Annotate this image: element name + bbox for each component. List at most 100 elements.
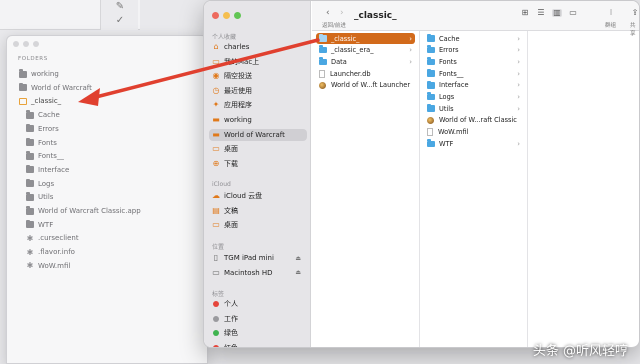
watermark: 头条 @听风轻哼	[532, 344, 628, 359]
list-view-icon[interactable]: ☰	[536, 9, 546, 17]
column-item[interactable]: Fonts ›	[424, 56, 523, 67]
sidebar-item-label: working	[224, 116, 252, 124]
eject-icon[interactable]: ⏏	[295, 255, 301, 262]
sidebar-item[interactable]: ▭ 桌面	[209, 143, 307, 155]
sidebar-item[interactable]: ▭ Macintosh HD ⏏	[209, 267, 307, 279]
tag-dot-icon	[213, 344, 219, 347]
sidebar-item[interactable]: ◉ 隔空投送	[209, 70, 307, 82]
tree-item[interactable]: ✱ .flavor.info	[26, 246, 75, 258]
tree-item[interactable]: WTF	[26, 219, 53, 231]
finder-window: 个人收藏 ⌂ charles ▭ 我的Mac上 ◉ 隔空投送 ◷ 最近使用 ✦ 应用程序 ▬ worki…	[203, 0, 640, 348]
sidebar-item[interactable]: ▭ 我的Mac上	[209, 56, 307, 68]
tree-item[interactable]: _classic_	[19, 95, 61, 107]
column-item-label: WTF	[439, 139, 454, 148]
chevron-right-icon: ›	[517, 139, 520, 148]
sidebar-section-header: 标签	[212, 291, 225, 298]
gallery-view-icon[interactable]: ▭	[568, 9, 578, 17]
column-item-label: World of W...raft Classic	[439, 116, 517, 125]
column-item[interactable]: World of W...ft Launcher	[316, 80, 415, 91]
folder-icon	[319, 57, 327, 66]
chevron-right-icon: ›	[517, 104, 520, 113]
column-item[interactable]: Utils ›	[424, 103, 523, 114]
column-item-label: Fonts__	[439, 69, 464, 78]
share-icon[interactable]: ⇪	[630, 9, 639, 17]
sidebar-item[interactable]: ◷ 最近使用	[209, 85, 307, 97]
window-title: _classic_	[354, 11, 397, 21]
chevron-right-icon: ›	[517, 46, 520, 55]
close-button[interactable]	[212, 12, 219, 19]
sidebar-item-label: 应用程序	[224, 101, 252, 110]
zoom-button[interactable]	[33, 41, 39, 47]
column-item[interactable]: Errors ›	[424, 45, 523, 56]
tree-item-label: WoW.mfil	[38, 261, 71, 270]
tree-item[interactable]: Errors	[26, 123, 59, 135]
group-icon[interactable]: ⁝	[606, 9, 616, 17]
tree-item[interactable]: Fonts	[26, 137, 57, 149]
tree-item-label: Cache	[38, 111, 60, 120]
sidebar-item[interactable]: ☁ iCloud 云盘	[209, 190, 307, 202]
tree-item-label: .curseclient	[38, 234, 79, 243]
folder-icon	[26, 123, 34, 133]
chevron-right-icon: ›	[517, 93, 520, 101]
column-item[interactable]: World of W...raft Classic	[424, 115, 523, 126]
sidebar-section-header: iCloud	[212, 181, 231, 188]
column-item[interactable]: Fonts__ ›	[424, 68, 523, 79]
sidebar-item[interactable]: ▤ 文稿	[209, 205, 307, 217]
tree-item[interactable]: Interface	[26, 164, 69, 176]
minimize-button[interactable]	[223, 12, 230, 19]
folder-icon: ▬	[212, 129, 220, 139]
zoom-button[interactable]	[234, 12, 241, 19]
column-item[interactable]: Cache ›	[424, 33, 523, 44]
sidebar-item-label: charles	[224, 43, 250, 51]
tree-item[interactable]: Fonts__	[26, 150, 64, 162]
tree-item[interactable]: Cache	[26, 109, 60, 121]
column-item[interactable]: Logs ›	[424, 92, 523, 103]
sidebar-item[interactable]: ✦ 应用程序	[209, 99, 307, 111]
sidebar-item[interactable]: 红色	[209, 342, 307, 347]
sidebar-item[interactable]: 工作	[209, 313, 307, 325]
sidebar-item[interactable]: 个人	[209, 298, 307, 310]
sidebar-item[interactable]: ▬ World of Warcraft	[209, 128, 307, 141]
tree-item[interactable]: working	[19, 68, 59, 80]
column-item-label: Fonts	[439, 57, 457, 66]
sidebar-item[interactable]: ▯ TGM iPad mini ⏏	[209, 252, 307, 264]
editor-sidebar-window: FOLDERS working World of Warcraft _classic…	[6, 35, 208, 364]
tree-item[interactable]: ✱ WoW.mfil	[26, 260, 71, 272]
column-two: Cache › Errors › Fonts › Fonts__ › Interface › Log…	[420, 31, 528, 347]
column-item-label: WoW.mfil	[438, 128, 469, 137]
folder-icon	[26, 151, 34, 160]
tree-item-label: Fonts	[38, 138, 57, 147]
tree-item[interactable]: ✱ .curseclient	[26, 232, 79, 244]
folder-icon	[427, 92, 435, 101]
column-item[interactable]: WoW.mfil	[424, 127, 523, 138]
column-item-label: Utils	[439, 104, 454, 113]
tree-item[interactable]: Utils	[26, 191, 53, 203]
column-view-icon[interactable]: ▥	[552, 9, 562, 17]
sidebar-item[interactable]: 绿色	[209, 327, 307, 339]
column-item[interactable]: WTF ›	[424, 138, 523, 149]
chevron-right-icon: ›	[409, 57, 412, 66]
column-item[interactable]: _classic_era_ ›	[316, 45, 415, 56]
column-item[interactable]: Interface ›	[424, 80, 523, 91]
home-icon: ⌂	[213, 42, 219, 51]
back-button[interactable]: ‹	[326, 8, 330, 18]
folder-icon	[26, 192, 34, 201]
finder-sidebar: 个人收藏 ⌂ charles ▭ 我的Mac上 ◉ 隔空投送 ◷ 最近使用 ✦ 应用程序 ▬ worki…	[204, 1, 311, 347]
tree-item[interactable]: World of Warcraft	[19, 82, 92, 94]
eject-icon[interactable]: ⏏	[295, 269, 301, 276]
close-button[interactable]	[13, 41, 19, 47]
sidebar-item[interactable]: ⊕ 下载	[209, 158, 307, 170]
forward-button[interactable]: ›	[340, 8, 344, 18]
column-item[interactable]: Launcher.db	[316, 68, 415, 79]
sidebar-item[interactable]: ▬ working	[209, 114, 307, 126]
icon-view-icon[interactable]: ⊞	[520, 9, 530, 17]
column-item[interactable]: Data ›	[316, 56, 415, 67]
tree-item[interactable]: Logs	[26, 178, 54, 190]
sidebar-item[interactable]: ⌂ charles	[209, 41, 307, 53]
tree-item[interactable]: World of Warcraft Classic.app	[26, 205, 141, 217]
folders-header: FOLDERS	[18, 56, 48, 62]
tree-item-label: .flavor.info	[38, 248, 75, 257]
column-item[interactable]: _classic_ ›	[316, 33, 415, 44]
minimize-button[interactable]	[23, 41, 29, 47]
sidebar-item[interactable]: ▭ 桌面	[209, 219, 307, 231]
